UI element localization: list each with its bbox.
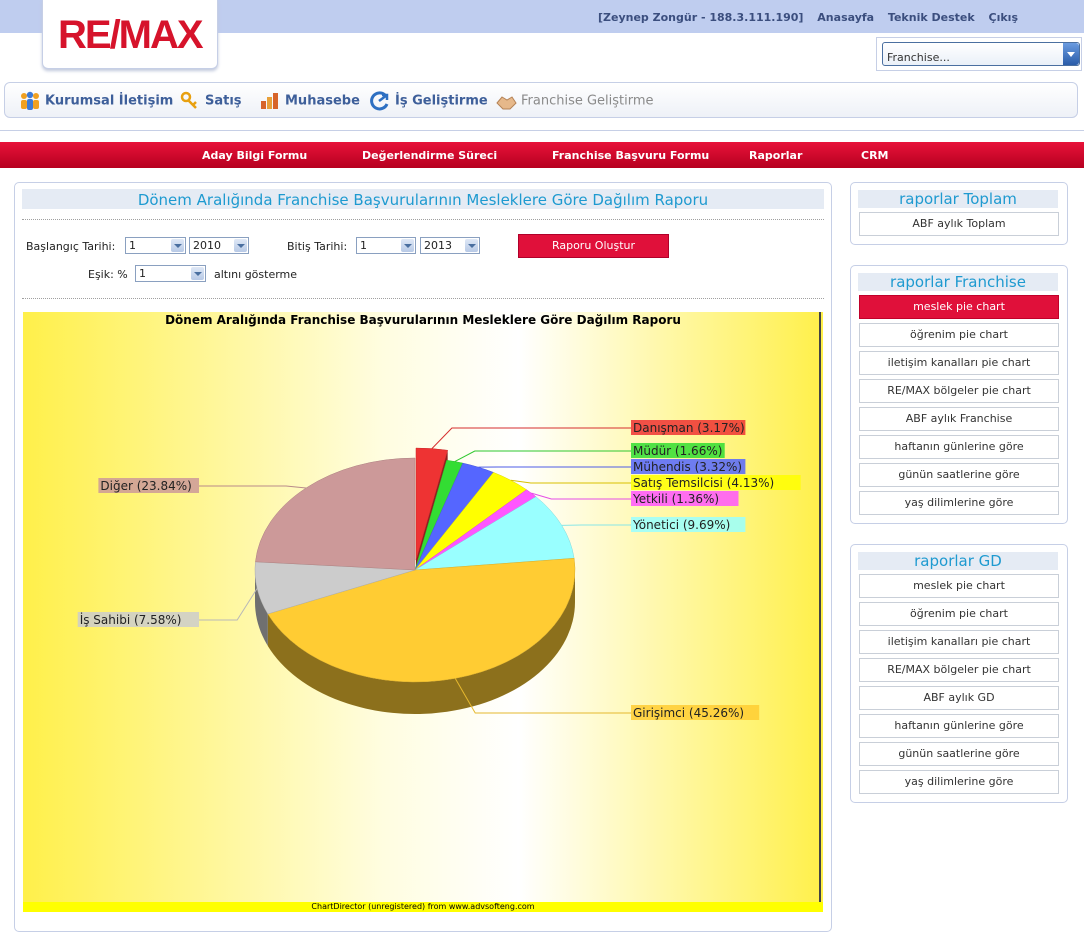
sidebar-box: raporlar Toplam ABF aylık Toplam (850, 182, 1068, 245)
module-franchise-gelistirme[interactable]: Franchise Geliştirme (495, 91, 654, 111)
chevron-down-icon (234, 239, 247, 252)
pie-slice-label: Girişimci (45.26%) (633, 706, 744, 720)
pie-slice-label: Danışman (3.17%) (633, 421, 745, 435)
module-muhasebe[interactable]: Muhasebe (259, 91, 360, 111)
blocks-icon (261, 93, 278, 109)
module-label: İş Geliştirme (395, 93, 488, 109)
remax-logo[interactable]: RE/MAX (52, 6, 212, 60)
sidebar-report-link[interactable]: öğrenim pie chart (859, 602, 1059, 626)
sidebar-report-link[interactable]: RE/MAX bölgeler pie chart (859, 379, 1059, 403)
report-title: Dönem Aralığında Franchise Başvurularını… (137, 191, 709, 209)
chevron-down-icon (191, 267, 204, 280)
sidebar-report-link[interactable]: RE/MAX bölgeler pie chart (859, 658, 1059, 682)
sidebar-box-title: raporlar Toplam (858, 190, 1058, 208)
sidebar-report-link[interactable]: günün saatlerine göre (859, 742, 1059, 766)
key-icon (180, 91, 197, 109)
pie-slice-label: Diğer (23.84%) (100, 479, 191, 493)
nav-franchise-basvuru-formu[interactable]: Franchise Başvuru Formu (552, 149, 709, 162)
nav-crm[interactable]: CRM (861, 149, 889, 162)
end-date-label: Bitiş Tarihi: (287, 240, 348, 253)
sidebar-report-link[interactable]: haftanın günlerine göre (859, 435, 1059, 459)
sidebar-report-link[interactable]: öğrenim pie chart (859, 323, 1059, 347)
sidebar-report-link[interactable]: günün saatlerine göre (859, 463, 1059, 487)
sidebar-box: raporlar GD meslek pie chart öğrenim pie c… (850, 544, 1068, 803)
module-label: Kurumsal İletişim (45, 93, 174, 109)
nav-raporlar[interactable]: Raporlar (749, 149, 802, 162)
growth-icon (370, 91, 389, 111)
pie-slice-label: Satış Temsilcisi (4.13%) (633, 476, 774, 490)
threshold-value: 1 (139, 267, 146, 280)
sidebar-report-link[interactable]: haftanın günlerine göre (859, 714, 1059, 738)
sidebar-report-link[interactable]: meslek pie chart (859, 295, 1059, 319)
handshake-icon (496, 96, 517, 110)
franchise-select[interactable]: Franchise... (882, 42, 1080, 66)
chart-edge (819, 312, 821, 902)
sidebar-report-link[interactable]: ABF aylık Toplam (859, 212, 1059, 236)
chart-footer: ChartDirector (unregistered) from www.ad… (311, 902, 534, 911)
start-month-select[interactable]: 1 (125, 237, 186, 254)
start-year-select[interactable]: 2010 (189, 237, 249, 254)
sidebar-box: raporlar Franchise meslek pie chart öğreni… (850, 265, 1068, 524)
chevron-down-icon (1063, 43, 1079, 65)
people-icon (21, 91, 39, 110)
pie-slice-label: İş Sahibi (7.58%) (80, 612, 182, 627)
module-is-gelistirme[interactable]: İş Geliştirme (369, 91, 488, 111)
module-label: Muhasebe (285, 93, 360, 109)
sidebar-report-link[interactable]: ABF aylık GD (859, 686, 1059, 710)
user-links: [Zeynep Zongür - 188.3.111.190] Anasayfa… (598, 11, 1018, 24)
module-label: Franchise Geliştirme (521, 93, 654, 109)
pie-slice-label: Yetkili (1.36%) (632, 492, 719, 506)
module-satis[interactable]: Satış (179, 91, 242, 111)
sidebar-report-link[interactable]: yaş dilimlerine göre (859, 491, 1059, 515)
logo-text: RE/MAX (58, 13, 204, 57)
franchise-select-value: Franchise... (887, 51, 950, 64)
nav-degerlendirme-sureci[interactable]: Değerlendirme Süreci (362, 149, 497, 162)
sidebar-report-link[interactable]: iletişim kanalları pie chart (859, 630, 1059, 654)
nav-aday-bilgi-formu[interactable]: Aday Bilgi Formu (202, 149, 307, 162)
threshold-suffix: altını gösterme (214, 268, 298, 281)
end-month-select[interactable]: 1 (356, 237, 416, 254)
module-bar: Kurumsal İletişim Satış Muhasebe İş Geli… (4, 82, 1078, 118)
link-support[interactable]: Teknik Destek (888, 11, 975, 24)
module-label: Satış (205, 93, 242, 109)
end-month-value: 1 (360, 239, 367, 252)
pie-slice-label: Mühendis (3.32%) (633, 460, 742, 474)
pie-slice-label: Yönetici (9.69%) (632, 518, 730, 532)
end-year-value: 2013 (424, 239, 452, 252)
sidebar-report-link[interactable]: ABF aylık Franchise (859, 407, 1059, 431)
divider (22, 298, 824, 299)
sidebar-report-link[interactable]: iletişim kanalları pie chart (859, 351, 1059, 375)
sidebar-box-title: raporlar Franchise (858, 273, 1058, 291)
end-year-select[interactable]: 2013 (420, 237, 480, 254)
threshold-select[interactable]: 1 (135, 265, 206, 282)
create-report-button[interactable]: Raporu Oluştur (518, 234, 669, 258)
link-home[interactable]: Anasayfa (817, 11, 874, 24)
user-info: [Zeynep Zongür - 188.3.111.190] (598, 11, 804, 24)
sidebar-box-title: raporlar GD (858, 552, 1058, 570)
chart-title: Dönem Aralığında Franchise Başvurularını… (165, 313, 681, 327)
module-kurumsal-iletisim[interactable]: Kurumsal İletişim (19, 91, 173, 111)
sidebar-report-link[interactable]: yaş dilimlerine göre (859, 770, 1059, 794)
start-date-label: Başlangıç Tarihi: (26, 240, 116, 253)
pie-slice-label: Müdür (1.66%) (633, 444, 722, 458)
threshold-label: Eşik: % (88, 268, 128, 281)
pie-chart: Dönem Aralığında Franchise Başvurularını… (23, 312, 823, 912)
chevron-down-icon (401, 239, 414, 252)
divider (22, 219, 824, 220)
start-year-value: 2010 (193, 239, 221, 252)
link-logout[interactable]: Çıkış (989, 11, 1018, 24)
chevron-down-icon (465, 239, 478, 252)
start-month-value: 1 (129, 239, 136, 252)
main-nav: Aday Bilgi Formu Değerlendirme Süreci Fr… (0, 142, 1084, 168)
sidebar-report-link[interactable]: meslek pie chart (859, 574, 1059, 598)
chevron-down-icon (171, 239, 184, 252)
